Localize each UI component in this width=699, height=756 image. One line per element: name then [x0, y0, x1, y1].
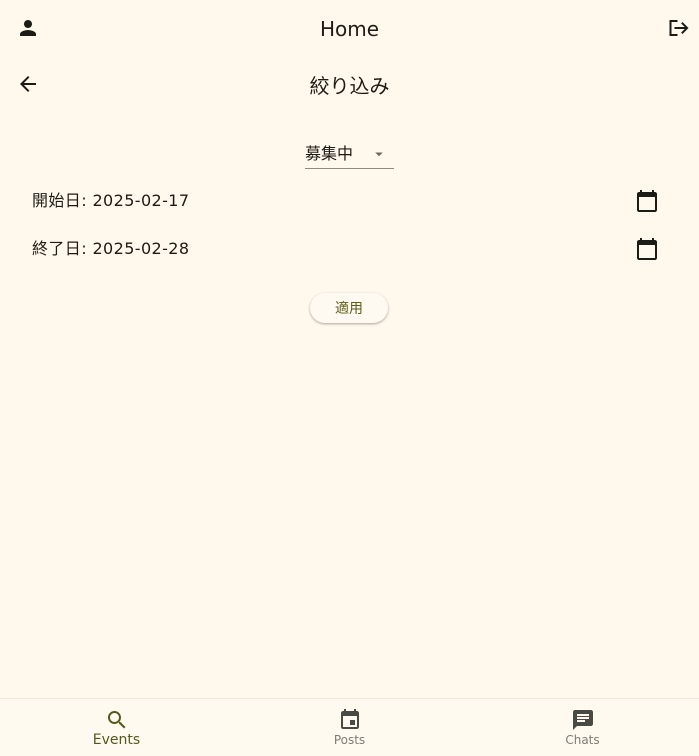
start-date-calendar-icon[interactable] [627, 181, 667, 221]
app-bar: Home [0, 0, 699, 56]
status-dropdown[interactable]: 募集中 [305, 140, 394, 169]
filter-title: 絞り込み [309, 74, 390, 98]
nav-item-posts[interactable]: Posts [233, 699, 466, 756]
nav-label-chats: Chats [565, 733, 600, 747]
start-date-row: 開始日: 2025-02-17 [0, 181, 699, 221]
nav-item-chats[interactable]: Chats [466, 699, 699, 756]
end-date-label: 終了日: 2025-02-28 [32, 239, 190, 258]
logout-icon[interactable] [659, 8, 699, 48]
event-icon [338, 708, 362, 732]
status-dropdown-value: 募集中 [305, 144, 354, 163]
bottom-navigation: Events Posts Chats [0, 698, 699, 756]
nav-item-events[interactable]: Events [0, 699, 233, 756]
dropdown-arrow-icon [370, 145, 388, 163]
end-date-calendar-icon[interactable] [627, 229, 667, 269]
search-icon [105, 708, 129, 732]
chat-icon [571, 708, 595, 732]
filter-header: 絞り込み [0, 60, 699, 110]
end-date-row: 終了日: 2025-02-28 [0, 229, 699, 269]
nav-label-events: Events [92, 732, 141, 748]
app-title: Home [319, 17, 380, 41]
apply-button[interactable]: 適用 [310, 293, 388, 323]
start-date-label: 開始日: 2025-02-17 [32, 191, 190, 210]
nav-label-posts: Posts [333, 733, 366, 747]
